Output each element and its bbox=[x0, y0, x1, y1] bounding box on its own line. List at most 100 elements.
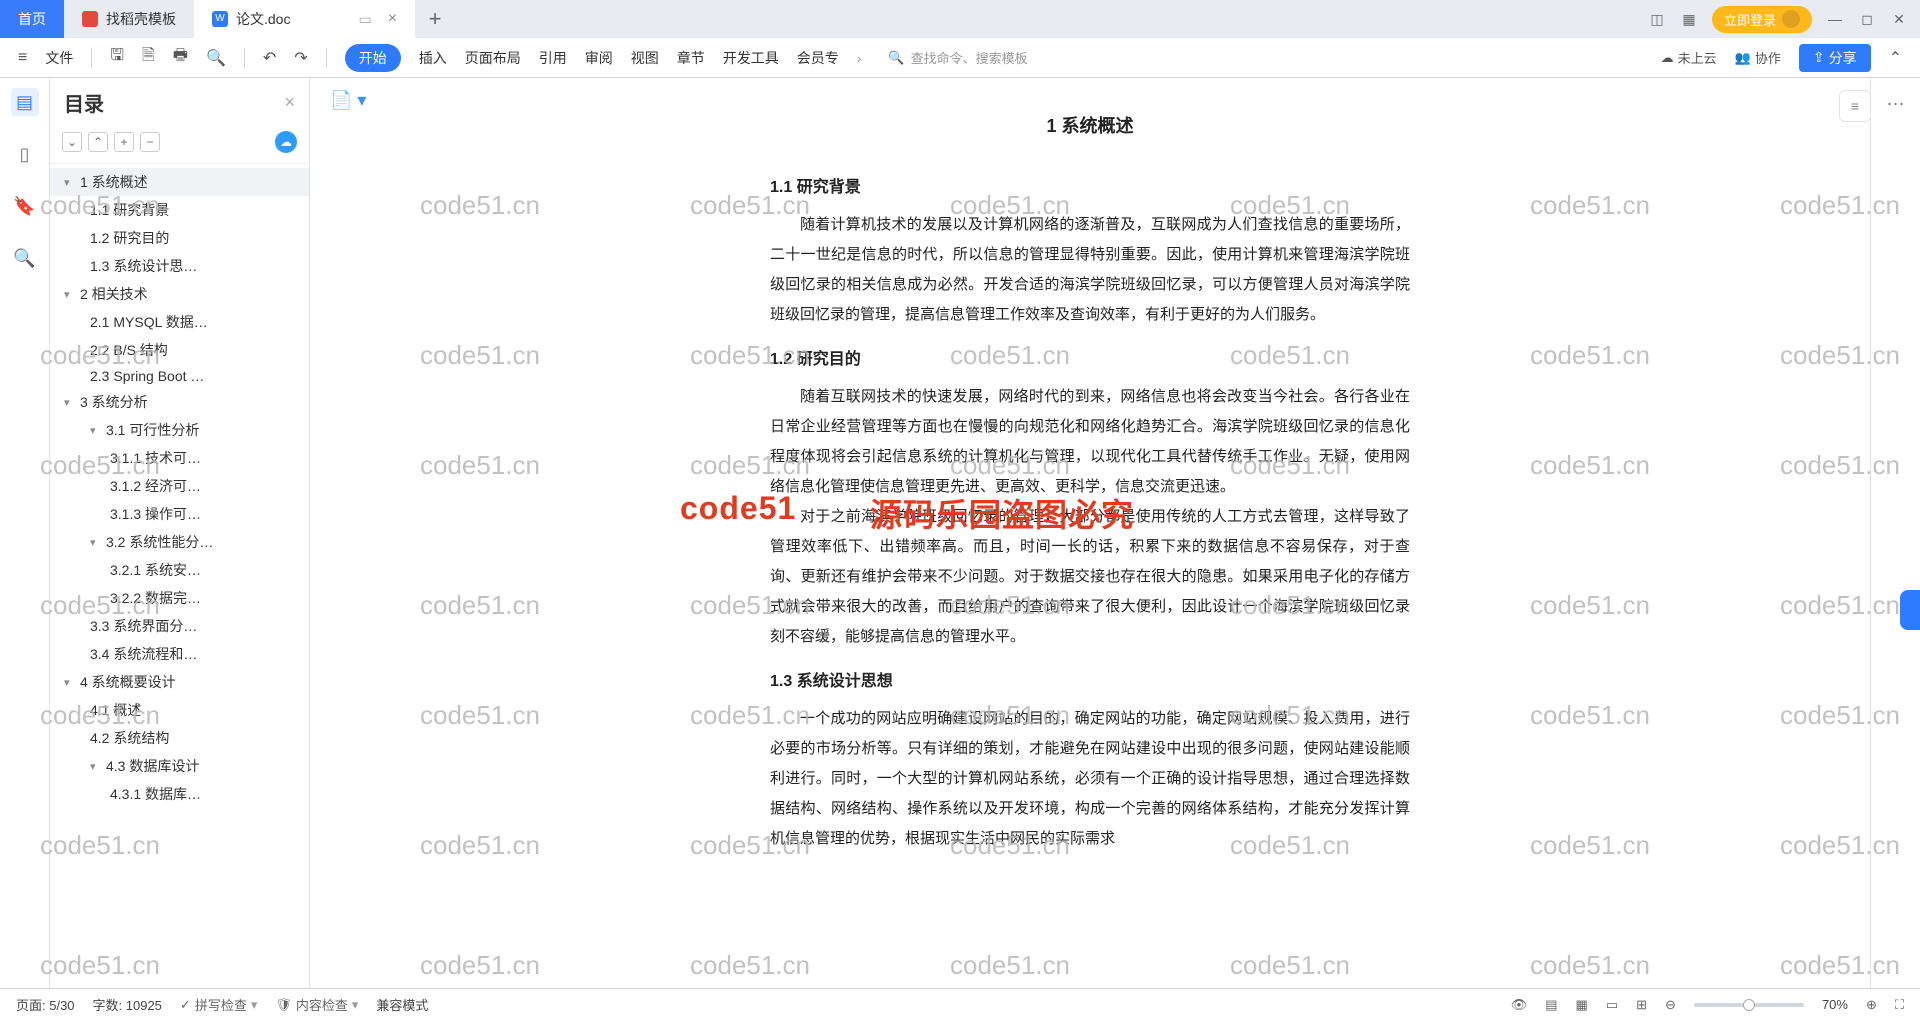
search-rail-icon[interactable]: 🔍 bbox=[11, 244, 39, 272]
toc-item[interactable]: ▾ 1 系统概述 bbox=[50, 168, 309, 196]
view-mode-1-icon[interactable]: 👁 bbox=[1511, 997, 1528, 1013]
page-marker-icon[interactable]: 📄 ▾ bbox=[330, 90, 366, 111]
toc-item[interactable]: ▾4 系统概要设计 bbox=[50, 668, 309, 696]
word-count[interactable]: 字数: 10925 bbox=[93, 995, 162, 1014]
toc-item[interactable]: ▾3 系统分析 bbox=[50, 388, 309, 416]
doc-p12b: 对于之前海滨学院班级回忆录的管理，大部分都是使用传统的人工方式去管理，这样导致了… bbox=[770, 502, 1410, 652]
toc-item[interactable]: 3.3 系统界面分… bbox=[50, 612, 309, 640]
toc-item[interactable]: 4.2 系统结构 bbox=[50, 724, 309, 752]
toc-item[interactable]: ▾4.3 数据库设计 bbox=[50, 752, 309, 780]
toc-item[interactable]: 2.2 B/S 结构 bbox=[50, 336, 309, 364]
close-icon[interactable]: × bbox=[388, 10, 397, 28]
view-mode-4-icon[interactable]: ▭ bbox=[1606, 997, 1618, 1013]
toc-item[interactable]: 1.2 研究目的 bbox=[50, 224, 309, 252]
ribbon-tab-ref[interactable]: 引用 bbox=[539, 48, 567, 68]
toc-item[interactable]: 3.1.1 技术可… bbox=[50, 444, 309, 472]
content-check[interactable]: 🛡内容检查 ▾ bbox=[275, 995, 358, 1014]
check-icon: ✓ bbox=[180, 997, 191, 1013]
chevron-down-icon: ▾ bbox=[90, 536, 100, 549]
document-canvas[interactable]: 📄 ▾ ≡ 1 系统概述 1.1 研究背景 随着计算机技术的发展以及计算机网络的… bbox=[310, 78, 1870, 988]
tab-templates[interactable]: 找稻壳模板 bbox=[64, 0, 194, 38]
ribbon-tab-insert[interactable]: 插入 bbox=[419, 48, 447, 68]
zoom-thumb[interactable] bbox=[1743, 999, 1755, 1011]
zoom-value[interactable]: 70% bbox=[1822, 997, 1848, 1012]
menu-icon[interactable]: ≡ bbox=[18, 49, 27, 67]
toc-item[interactable]: ▾2 相关技术 bbox=[50, 280, 309, 308]
layout-icon[interactable]: ◫ bbox=[1648, 10, 1666, 28]
toc-item[interactable]: 3.2.2 数据完… bbox=[50, 584, 309, 612]
view-mode-2-icon[interactable]: ▤ bbox=[1545, 997, 1557, 1013]
toc-item[interactable]: 1.1 研究背景 bbox=[50, 196, 309, 224]
maximize-icon[interactable]: ◻ bbox=[1858, 10, 1876, 28]
side-panel-toggle[interactable]: ≡ bbox=[1839, 90, 1870, 122]
toc-label: 3.3 系统界面分… bbox=[90, 616, 197, 636]
ribbon-collapse-icon[interactable]: ⌃ bbox=[1889, 48, 1902, 68]
toc-item[interactable]: 4.3.1 数据库… bbox=[50, 780, 309, 808]
tab-document[interactable]: W 论文.doc ▭ × bbox=[194, 0, 415, 38]
outline-close-icon[interactable]: × bbox=[284, 92, 295, 113]
ribbon-rail-icon[interactable]: 🔖 bbox=[11, 192, 39, 220]
ribbon-tab-start[interactable]: 开始 bbox=[345, 44, 401, 72]
toc-item[interactable]: 4.1 概述 bbox=[50, 696, 309, 724]
add-level-icon[interactable]: + bbox=[114, 132, 134, 152]
redo-icon[interactable]: ↷ bbox=[294, 48, 307, 68]
minimize-icon[interactable]: — bbox=[1826, 10, 1844, 28]
zoom-slider[interactable] bbox=[1694, 1003, 1804, 1007]
command-search[interactable]: 🔍 查找命令、搜索模板 bbox=[879, 44, 1036, 71]
collapse-all-icon[interactable]: ⌄ bbox=[62, 132, 82, 152]
tab-home-label: 首页 bbox=[18, 9, 46, 29]
toc-item[interactable]: ▾3.1 可行性分析 bbox=[50, 416, 309, 444]
zoom-in-icon[interactable]: ⊕ bbox=[1866, 997, 1877, 1013]
outline-badge-icon[interactable]: ☁ bbox=[275, 131, 297, 153]
zoom-out-icon[interactable]: ⊖ bbox=[1665, 997, 1676, 1013]
ribbon-tab-dev[interactable]: 开发工具 bbox=[723, 48, 779, 68]
side-pull-tab[interactable] bbox=[1900, 590, 1920, 630]
bookmark-rail-icon[interactable]: ▯ bbox=[11, 140, 39, 168]
window-close-icon[interactable]: ✕ bbox=[1890, 10, 1908, 28]
coop-button[interactable]: 👥协作 bbox=[1735, 48, 1781, 67]
right-rail-icon-1[interactable]: ⋯ bbox=[1882, 90, 1910, 118]
file-menu[interactable]: 文件 bbox=[45, 48, 73, 68]
ribbon-tab-review[interactable]: 审阅 bbox=[585, 48, 613, 68]
ribbon-tab-view[interactable]: 视图 bbox=[631, 48, 659, 68]
tab-home[interactable]: 首页 bbox=[0, 0, 64, 38]
page-indicator[interactable]: 页面: 5/30 bbox=[16, 995, 75, 1014]
toc-item[interactable]: 3.1.2 经济可… bbox=[50, 472, 309, 500]
toc-item[interactable]: 2.1 MYSQL 数据… bbox=[50, 308, 309, 336]
chevron-down-icon: ▾ bbox=[64, 176, 74, 189]
fullscreen-icon[interactable]: ⛶ bbox=[1895, 997, 1904, 1013]
toc-label: 1 系统概述 bbox=[80, 172, 148, 192]
apps-icon[interactable]: ▦ bbox=[1680, 10, 1698, 28]
toc-label: 2.1 MYSQL 数据… bbox=[90, 312, 208, 332]
new-tab-button[interactable]: + bbox=[415, 6, 455, 32]
toc-item[interactable]: 3.2.1 系统安… bbox=[50, 556, 309, 584]
chevron-down-icon: ▾ bbox=[64, 676, 74, 689]
cloud-status[interactable]: ☁未上云 bbox=[1661, 48, 1717, 67]
view-mode-5-icon[interactable]: ⊞ bbox=[1636, 997, 1647, 1013]
toc-item[interactable]: 2.3 Spring Boot … bbox=[50, 364, 309, 388]
view-mode-3-icon[interactable]: ▦ bbox=[1576, 997, 1588, 1013]
spellcheck-toggle[interactable]: ✓拼写检查 ▾ bbox=[180, 995, 257, 1014]
toc-label: 3.1 可行性分析 bbox=[106, 420, 199, 440]
remove-level-icon[interactable]: − bbox=[140, 132, 160, 152]
ribbon-more-icon[interactable]: › bbox=[857, 50, 862, 66]
share-button[interactable]: ⇪分享 bbox=[1799, 44, 1871, 72]
undo-icon[interactable]: ↶ bbox=[263, 48, 276, 68]
ribbon-tab-chapter[interactable]: 章节 bbox=[677, 48, 705, 68]
toc-item[interactable]: 1.3 系统设计思… bbox=[50, 252, 309, 280]
wps-template-icon bbox=[82, 11, 98, 27]
toc-item[interactable]: ▾3.2 系统性能分… bbox=[50, 528, 309, 556]
login-button[interactable]: 立即登录 bbox=[1712, 6, 1812, 33]
toc-item[interactable]: 3.4 系统流程和… bbox=[50, 640, 309, 668]
save-icon[interactable]: 🖫 bbox=[110, 44, 124, 71]
toc-label: 3.2.1 系统安… bbox=[110, 560, 201, 580]
ribbon-tab-layout[interactable]: 页面布局 bbox=[465, 48, 521, 68]
split-icon[interactable]: ▭ bbox=[358, 11, 371, 28]
expand-all-icon[interactable]: ⌃ bbox=[88, 132, 108, 152]
preview-icon[interactable]: 🔍 bbox=[206, 48, 226, 68]
outline-rail-icon[interactable]: ▤ bbox=[11, 88, 39, 116]
ribbon-tab-member[interactable]: 会员专 bbox=[797, 48, 839, 68]
toc-item[interactable]: 3.1.3 操作可… bbox=[50, 500, 309, 528]
print-icon[interactable]: 🖶 bbox=[173, 44, 188, 71]
save-as-icon[interactable]: 🗎 bbox=[142, 44, 155, 71]
